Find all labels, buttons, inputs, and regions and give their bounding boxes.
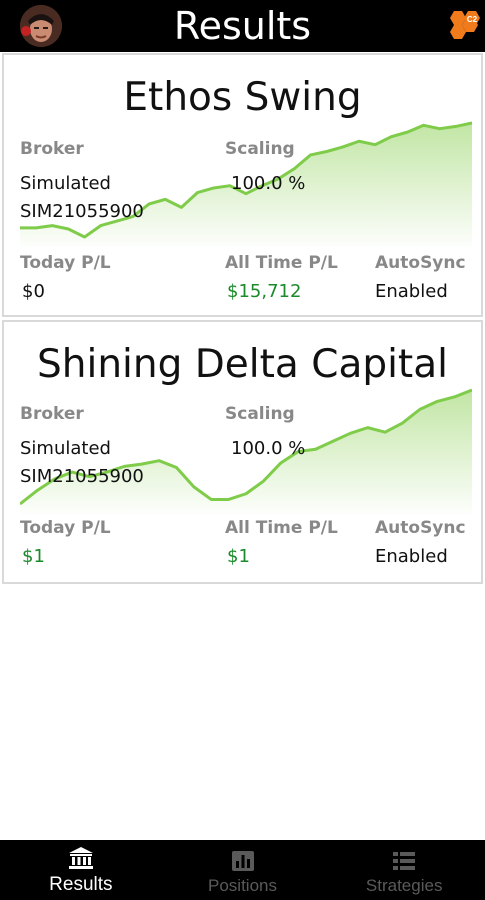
tab-label: Strategies xyxy=(365,876,443,895)
account-id: SIM21055900 xyxy=(20,466,144,487)
today-pl-label: Today P/L xyxy=(20,518,111,538)
autosync-label: AutoSync xyxy=(375,518,466,538)
c2-logo-icon: C2 xyxy=(445,9,483,43)
user-avatar[interactable] xyxy=(20,5,62,47)
broker-value: Simulated xyxy=(20,173,111,194)
broker-label: Broker xyxy=(20,139,84,159)
alltime-pl-label: All Time P/L xyxy=(225,253,338,273)
tab-positions[interactable]: Positions xyxy=(162,840,324,900)
page-title: Results xyxy=(173,4,312,48)
tab-results[interactable]: Results xyxy=(0,840,162,900)
app-header: Results C2 xyxy=(0,0,485,52)
svg-text:C2: C2 xyxy=(467,15,478,24)
bar-chart-icon xyxy=(231,851,254,871)
strategy-card[interactable]: Shining Delta Capital Broker Scaling Sim… xyxy=(2,320,483,584)
strategy-card[interactable]: Ethos Swing Broker Scaling Simulated 100… xyxy=(2,53,483,317)
tab-strategies[interactable]: Strategies xyxy=(323,840,485,900)
scaling-value: 100.0 % xyxy=(231,438,306,459)
scaling-value: 100.0 % xyxy=(231,173,306,194)
scaling-label: Scaling xyxy=(225,404,295,424)
autosync-value: Enabled xyxy=(375,281,448,302)
tab-label: Results xyxy=(49,874,113,895)
alltime-pl-value: $15,712 xyxy=(227,281,302,302)
account-id: SIM21055900 xyxy=(20,201,144,222)
alltime-pl-value: $1 xyxy=(227,546,250,567)
scaling-label: Scaling xyxy=(225,139,295,159)
strategy-name: Ethos Swing xyxy=(123,75,362,120)
bank-icon xyxy=(68,847,93,869)
broker-label: Broker xyxy=(20,404,84,424)
today-pl-label: Today P/L xyxy=(20,253,111,273)
list-icon xyxy=(393,852,416,870)
autosync-value: Enabled xyxy=(375,546,448,567)
bottom-tab-bar: Results Positions Strategies xyxy=(0,840,485,900)
today-pl-value: $1 xyxy=(22,546,45,567)
autosync-label: AutoSync xyxy=(375,253,466,273)
today-pl-value: $0 xyxy=(22,281,45,302)
tab-label: Positions xyxy=(208,876,277,895)
alltime-pl-label: All Time P/L xyxy=(225,518,338,538)
broker-value: Simulated xyxy=(20,438,111,459)
strategy-name: Shining Delta Capital xyxy=(37,342,448,387)
